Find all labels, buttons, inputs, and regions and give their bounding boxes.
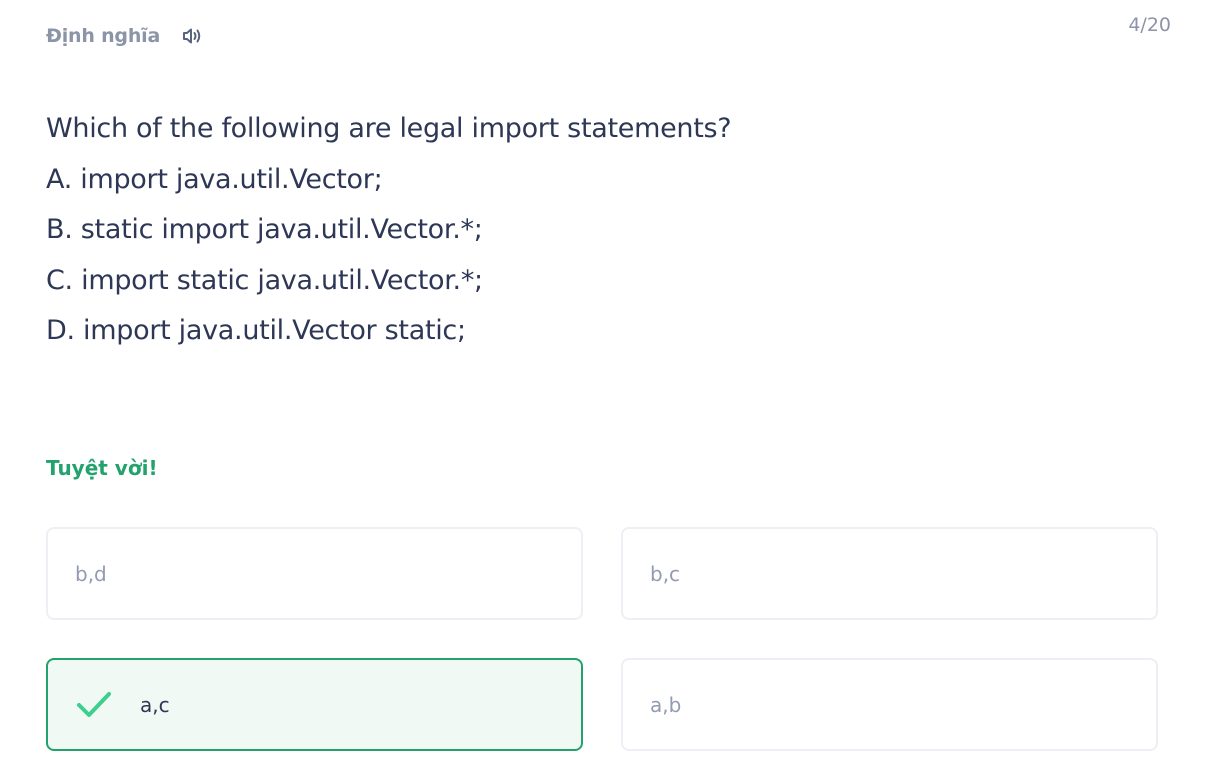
progress-counter: 4/20: [1128, 14, 1171, 36]
audio-button[interactable]: [178, 22, 206, 50]
answer-option-label: b,d: [75, 561, 107, 586]
question-header: Định nghĩa: [46, 22, 206, 50]
question-text: Which of the following are legal import …: [46, 113, 732, 144]
question-choice-c: C. import static java.util.Vector.*;: [46, 264, 483, 296]
question-choice-b: B. static import java.util.Vector.*;: [46, 214, 483, 245]
answer-option-label: a,c: [140, 692, 170, 717]
answer-option-b-d[interactable]: b,d: [46, 527, 583, 620]
answer-option-a-b[interactable]: a,b: [621, 658, 1158, 751]
term-side-label: Định nghĩa: [46, 25, 161, 47]
answer-option-label: b,c: [650, 561, 681, 586]
question-choice-a: A. import java.util.Vector;: [46, 163, 383, 195]
question-prompt: Which of the following are legal import …: [46, 104, 1146, 357]
question-choice-d: D. import java.util.Vector static;: [46, 315, 466, 346]
answer-option-label: a,b: [650, 692, 682, 717]
feedback-message: Tuyệt vời!: [46, 456, 158, 480]
answer-option-b-c[interactable]: b,c: [621, 527, 1158, 620]
checkmark-icon: [76, 690, 112, 720]
speaker-icon: [183, 28, 201, 44]
answer-option-a-c-correct[interactable]: a,c: [46, 658, 583, 751]
